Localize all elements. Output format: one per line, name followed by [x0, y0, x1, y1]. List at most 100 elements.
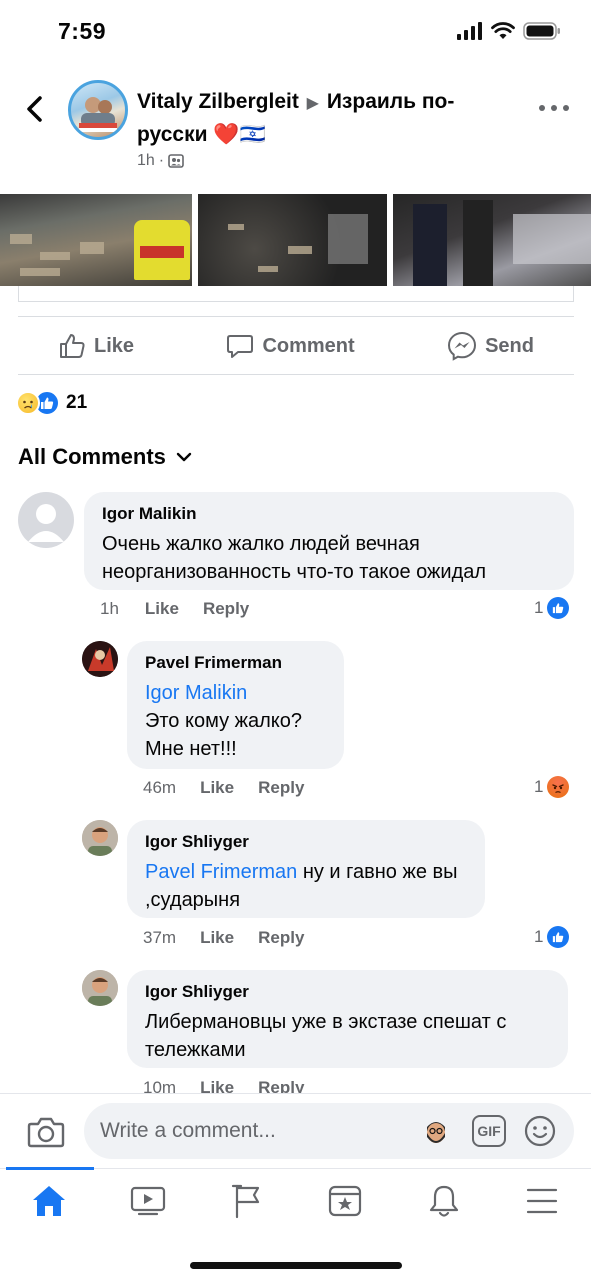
- watch-icon: [130, 1186, 166, 1216]
- like-reaction-icon: [547, 926, 570, 948]
- reaction-count: 21: [66, 392, 88, 413]
- comment-reply-button[interactable]: Reply: [258, 778, 304, 798]
- comment-time[interactable]: 37m: [143, 928, 176, 948]
- messenger-icon: [448, 331, 477, 361]
- caret-right-icon: ▶: [306, 95, 319, 112]
- comment-reply-button[interactable]: Reply: [258, 928, 304, 948]
- avatar-photo: [82, 820, 118, 856]
- home-icon: [33, 1186, 65, 1216]
- tab-notifications[interactable]: [424, 1183, 464, 1219]
- comment-like-button[interactable]: Like: [200, 928, 234, 948]
- smiley-icon: [524, 1115, 556, 1147]
- send-button[interactable]: Send: [447, 331, 534, 361]
- comment-meta: 1h Like Reply: [100, 599, 249, 619]
- chevron-down-icon: [176, 452, 192, 462]
- status-bar: 7:59: [0, 0, 591, 66]
- divider: [18, 316, 574, 317]
- mention-link[interactable]: Igor Malikin: [145, 679, 326, 707]
- comment-bubble[interactable]: Igor Malikin Очень жалко жалко людей веч…: [84, 492, 574, 590]
- battery-icon: [523, 22, 560, 40]
- send-label: Send: [485, 334, 534, 357]
- dot-icon: [539, 105, 545, 111]
- post-header: Vitaly Zilbergleit ▶ Израиль по-русски ❤…: [0, 78, 591, 178]
- author-name[interactable]: Vitaly Zilbergleit: [137, 90, 299, 113]
- tab-menu[interactable]: [522, 1183, 562, 1219]
- comment-reaction-count: 1: [534, 927, 544, 946]
- status-icons: [457, 22, 561, 40]
- avatar[interactable]: [82, 970, 118, 1006]
- comment-text: Либермановцы уже в экстазе спешат с теле…: [145, 1011, 507, 1061]
- comment-composer[interactable]: Write a comment... GIF: [84, 1103, 574, 1159]
- comment-time[interactable]: 1h: [100, 599, 119, 619]
- commenter-name[interactable]: Igor Shliyger: [145, 832, 467, 852]
- gif-button[interactable]: GIF: [472, 1115, 506, 1147]
- avatar-sticker-button[interactable]: [420, 1115, 452, 1147]
- comment-bubble[interactable]: Pavel Frimerman Igor Malikin Это кому жа…: [127, 641, 344, 769]
- avatar-sticker-icon: [427, 1122, 445, 1143]
- comment-label: Comment: [262, 334, 355, 357]
- comment-content: Pavel Frimerman ну и гавно же вы ,судары…: [145, 858, 467, 914]
- post-photo-3[interactable]: [393, 194, 591, 286]
- tab-feeds[interactable]: [325, 1183, 365, 1219]
- commenter-name[interactable]: Igor Malikin: [102, 504, 556, 524]
- emoji-button[interactable]: [524, 1115, 556, 1147]
- commenter-name[interactable]: Igor Shliyger: [145, 982, 550, 1002]
- avatar[interactable]: [82, 820, 118, 856]
- angry-reaction-icon: [547, 776, 570, 798]
- dot-icon: [551, 105, 557, 111]
- default-avatar-icon: [28, 504, 64, 542]
- comment-meta: 37m Like Reply: [143, 928, 304, 948]
- avatar[interactable]: [82, 641, 118, 677]
- reaction-summary[interactable]: 21: [16, 390, 87, 416]
- status-time: 7:59: [58, 18, 107, 44]
- comment-like-button[interactable]: Like: [145, 599, 179, 619]
- avatar-photo: [82, 970, 118, 1006]
- back-button[interactable]: [22, 94, 48, 124]
- tab-watch[interactable]: [128, 1183, 168, 1219]
- tab-home[interactable]: [29, 1183, 69, 1219]
- post-actions: Like Comment Send: [18, 318, 574, 374]
- comment-bubble[interactable]: Igor Shliyger Либермановцы уже в экстазе…: [127, 970, 568, 1068]
- comment-reactions[interactable]: 1: [534, 776, 570, 798]
- post-card-bottom: [18, 286, 574, 302]
- comment-icon: [227, 335, 254, 358]
- divider: [0, 1093, 591, 1094]
- comment-text: Очень жалко жалко людей вечная неорганиз…: [102, 533, 487, 583]
- comment-like-button[interactable]: Like: [200, 778, 234, 798]
- post-photo-1[interactable]: [0, 194, 193, 286]
- menu-icon: [526, 1188, 558, 1214]
- mention-link[interactable]: Pavel Frimerman: [145, 861, 297, 883]
- commenter-name[interactable]: Pavel Frimerman: [145, 653, 326, 673]
- group-avatar[interactable]: [68, 80, 128, 140]
- comments-filter-label: All Comments: [18, 444, 166, 469]
- avatar[interactable]: [18, 492, 74, 548]
- comment-bubble[interactable]: Igor Shliyger Pavel Frimerman ну и гавно…: [127, 820, 485, 918]
- comment-reactions[interactable]: 1: [534, 926, 570, 948]
- comment-reaction-count: 1: [534, 598, 544, 617]
- post-time[interactable]: 1h: [137, 152, 155, 170]
- comment-reply-button[interactable]: Reply: [203, 599, 249, 619]
- bottom-tab-bar: [0, 1167, 591, 1232]
- tab-pages[interactable]: [227, 1183, 267, 1219]
- dot-icon: [563, 105, 569, 111]
- group-emoji: ❤️🇮🇱: [213, 123, 266, 146]
- active-tab-indicator: [6, 1167, 94, 1170]
- comments-filter-button[interactable]: All Comments: [18, 444, 192, 470]
- bell-icon: [429, 1185, 459, 1217]
- more-options-button[interactable]: [539, 102, 569, 114]
- camera-button[interactable]: [26, 1112, 66, 1152]
- comment-input[interactable]: Write a comment...: [100, 1119, 276, 1143]
- thumbs-up-icon: [60, 334, 85, 358]
- comment-reactions[interactable]: 1: [534, 597, 570, 619]
- post-photos: [0, 194, 591, 286]
- comment-button[interactable]: Comment: [226, 332, 355, 360]
- comment-meta: 46m Like Reply: [143, 778, 304, 798]
- chevron-left-icon: [27, 96, 42, 122]
- comment-content: Igor Malikin Это кому жалко? Мне нет!!!: [145, 679, 326, 763]
- like-button[interactable]: Like: [58, 332, 134, 360]
- post-title: Vitaly Zilbergleit ▶ Израиль по-русски ❤…: [137, 86, 477, 150]
- comment-time[interactable]: 46m: [143, 778, 176, 798]
- comment-text: Это кому жалко? Мне нет!!!: [145, 710, 303, 760]
- cellular-signal-icon: [457, 22, 482, 40]
- post-photo-2[interactable]: [198, 194, 388, 286]
